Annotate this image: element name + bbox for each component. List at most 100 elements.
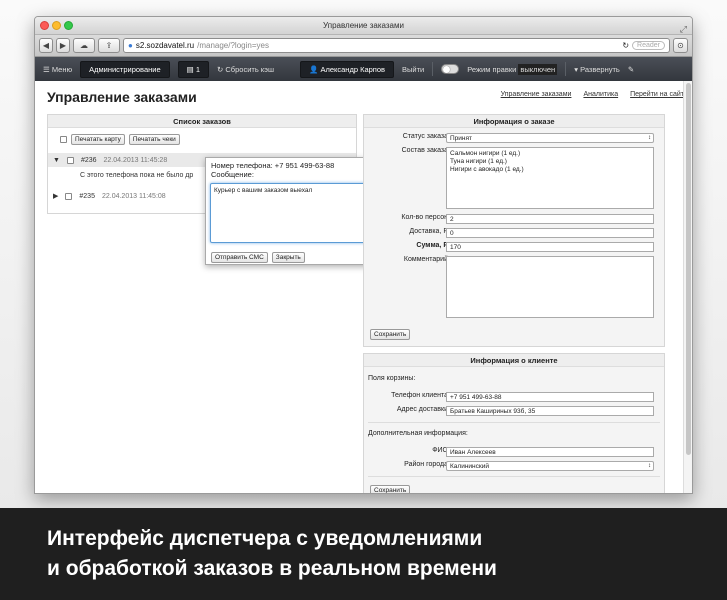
back-arrow-icon: ◀ xyxy=(42,41,50,50)
browser-window: Управление заказами ⤢ ◀ ▶ ☁ ⇪ ● s2.sozda… xyxy=(34,16,693,494)
send-sms-button[interactable]: Отправить СМС xyxy=(211,252,268,263)
order-info-panel: Информация о заказе Статус заказа Принят… xyxy=(363,114,665,347)
admin-button[interactable]: Администрирование xyxy=(80,60,170,78)
separator xyxy=(432,62,434,76)
cloud-tabs-button[interactable]: ☁ xyxy=(73,38,95,53)
comment-label: Комментарий xyxy=(403,256,448,263)
status-row: Статус заказа Принят xyxy=(364,133,664,144)
close-window-button[interactable] xyxy=(40,21,49,30)
reload-icon[interactable]: ↻ xyxy=(622,41,629,50)
popup-phone: Номер телефона: +7 951 499-63-88 xyxy=(211,161,335,170)
screenshot-backdrop: Управление заказами ⤢ ◀ ▶ ☁ ⇪ ● s2.sozda… xyxy=(0,0,727,508)
status-select[interactable]: Принят xyxy=(446,133,654,143)
user-button[interactable]: 👤 Александр Карпов xyxy=(300,60,395,78)
order-date: 22.04.2013 11:45:28 xyxy=(103,156,168,164)
logout-button[interactable]: Выйти xyxy=(402,65,424,74)
client-address-input[interactable]: Братьев Кашириных 93б, 35 xyxy=(446,406,654,416)
client-address-label: Адрес доставки xyxy=(396,406,448,413)
refresh-icon: ↻ xyxy=(217,64,224,74)
composition-textarea[interactable]: Сальмон нигири (1 ед.) Туна нигири (1 ед… xyxy=(446,147,654,209)
select-all-checkbox[interactable] xyxy=(60,136,67,143)
traffic-lights xyxy=(40,21,73,30)
order-checkbox[interactable] xyxy=(65,192,73,200)
comment-textarea[interactable] xyxy=(446,256,654,318)
sum-row: Сумма, Р 170 xyxy=(364,242,664,253)
separator xyxy=(565,62,567,76)
client-phone-label: Телефон клиента xyxy=(391,392,448,399)
save-order-button[interactable]: Сохранить xyxy=(370,329,411,340)
order-id: #236 xyxy=(80,156,97,164)
client-phone-row: Телефон клиента +7 951 499-63-88 xyxy=(364,392,664,403)
address-bar[interactable]: ● s2.sozdavatel.ru/manage/?login=yes ↻ R… xyxy=(123,38,670,53)
additional-info-heading: Дополнительная информация: xyxy=(368,430,468,437)
globe-icon: ● xyxy=(128,41,133,50)
order-checkbox[interactable] xyxy=(66,156,74,164)
caption-line: Интерфейс диспетчера с уведомлениями xyxy=(47,527,483,550)
notifications-button[interactable]: ▤ 1 xyxy=(177,60,209,78)
user-name: Александр Карпов xyxy=(320,64,386,74)
top-nav: Управление заказами Аналитика Перейти на… xyxy=(501,91,684,98)
print-card-button[interactable]: Печатать карту xyxy=(71,134,125,145)
page-content: Управление заказами Управление заказами … xyxy=(35,81,692,493)
back-button[interactable]: ◀ xyxy=(39,38,53,53)
pin-icon[interactable]: ✎ xyxy=(628,65,634,74)
reader-button[interactable]: Reader xyxy=(632,41,665,50)
composition-line: Туна нигири (1 ед.) xyxy=(450,158,507,165)
delivery-label: Доставка, Р xyxy=(409,228,448,235)
order-info-title: Информация о заказе xyxy=(364,115,664,128)
divider xyxy=(368,476,660,477)
scrollbar-thumb[interactable] xyxy=(686,83,691,455)
forward-button[interactable]: ▶ xyxy=(56,38,70,53)
order-id: #235 xyxy=(79,192,95,200)
page-scrollbar[interactable] xyxy=(683,81,692,493)
minimize-window-button[interactable] xyxy=(52,21,61,30)
zoom-window-button[interactable] xyxy=(64,21,73,30)
expand-button[interactable]: ▾ Развернуть xyxy=(574,65,620,74)
popup-message-label: Сообщение: xyxy=(211,170,254,179)
notifications-count: 1 xyxy=(195,64,200,74)
save-client-button[interactable]: Сохранить xyxy=(370,485,411,493)
orders-panel-title: Список заказов xyxy=(48,115,356,128)
nav-link-analytics[interactable]: Аналитика xyxy=(583,91,618,98)
edit-mode-text: Режим правки xyxy=(467,64,517,74)
composition-label: Состав заказа xyxy=(401,147,448,154)
popup-actions: Отправить СМС Закрыть xyxy=(211,252,305,263)
delivery-row: Доставка, Р 0 xyxy=(364,228,664,239)
expand-label: Развернуть xyxy=(580,64,620,74)
nav-link-orders[interactable]: Управление заказами xyxy=(501,91,572,98)
downloads-button[interactable]: ⊙ xyxy=(673,38,688,53)
fullscreen-icon[interactable]: ⤢ xyxy=(680,20,687,38)
client-phone-input[interactable]: +7 951 499-63-88 xyxy=(446,392,654,402)
cloud-icon: ☁ xyxy=(80,41,88,50)
divider xyxy=(368,422,660,423)
delivery-input[interactable]: 0 xyxy=(446,228,654,238)
client-info-title: Информация о клиенте xyxy=(364,354,664,367)
window-title: Управление заказами xyxy=(323,21,404,30)
share-button[interactable]: ⇪ xyxy=(98,38,120,53)
print-checks-button[interactable]: Печатать чеки xyxy=(128,134,180,145)
reset-cache-button[interactable]: ↻ Сбросить кэш xyxy=(217,65,274,74)
nav-link-site[interactable]: Перейти на сайт xyxy=(630,91,684,98)
district-select[interactable]: Калининский xyxy=(446,461,654,471)
reset-cache-label: Сбросить кэш xyxy=(225,64,275,74)
sum-input[interactable]: 170 xyxy=(446,242,654,252)
share-icon: ⇪ xyxy=(105,41,113,50)
edit-mode-label: Режим правки выключен xyxy=(467,63,558,75)
edit-mode-toggle[interactable] xyxy=(441,64,460,74)
close-popup-button[interactable]: Закрыть xyxy=(271,252,305,263)
status-label: Статус заказа xyxy=(402,133,448,140)
page-title: Управление заказами xyxy=(47,89,197,105)
window-titlebar: Управление заказами ⤢ xyxy=(35,17,692,35)
menu-label: Меню xyxy=(51,64,73,74)
expand-arrow-icon[interactable]: ▶ xyxy=(53,192,58,200)
collapse-arrow-icon[interactable]: ▼ xyxy=(53,157,60,164)
menu-button[interactable]: ☰ Меню xyxy=(43,65,72,74)
url-host: s2.sozdavatel.ru xyxy=(135,41,195,50)
browser-toolbar: ◀ ▶ ☁ ⇪ ● s2.sozdavatel.ru/manage/?login… xyxy=(35,35,692,57)
forward-arrow-icon: ▶ xyxy=(59,41,67,50)
sum-label: Сумма, Р xyxy=(416,242,448,249)
client-info-panel: Информация о клиенте Поля корзины: Телеф… xyxy=(363,353,665,493)
fio-input[interactable]: Иван Алексеев xyxy=(446,447,654,457)
persons-input[interactable]: 2 xyxy=(446,214,654,224)
order-note: С этого телефона пока не было др xyxy=(80,172,194,179)
